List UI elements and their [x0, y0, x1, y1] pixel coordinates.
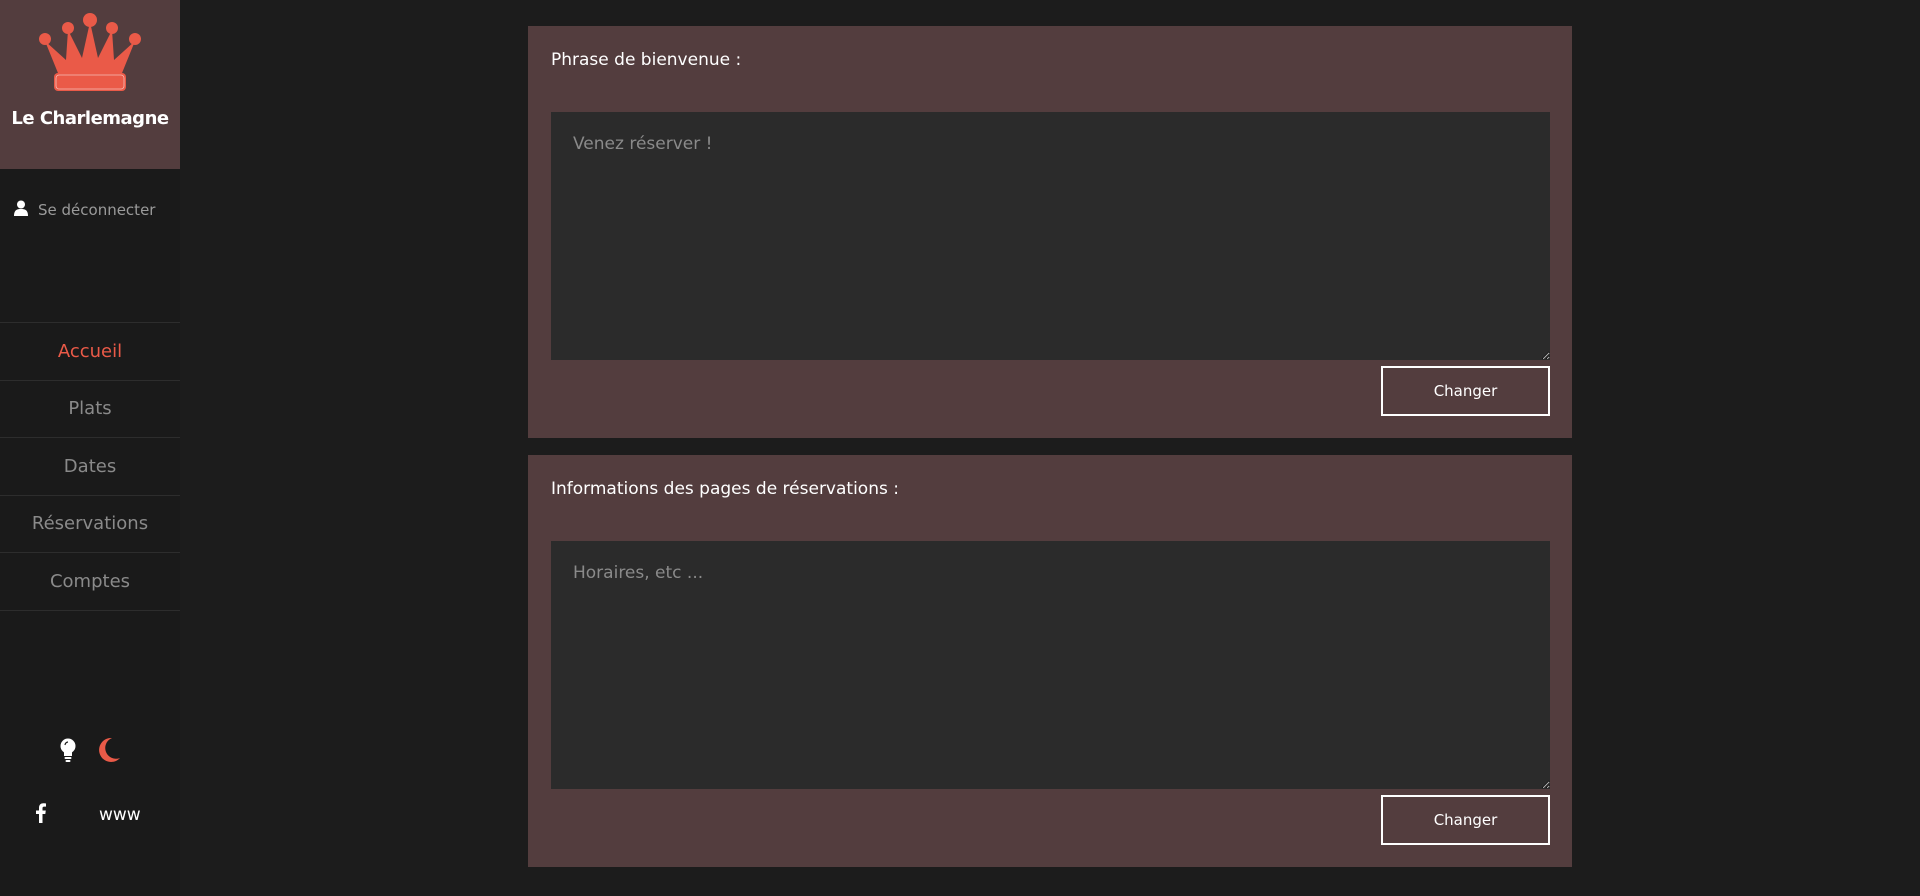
- nav-item-dates[interactable]: Dates: [0, 438, 180, 496]
- main-content: Phrase de bienvenue : Changer Informatio…: [528, 26, 1572, 884]
- reservation-info-card: Informations des pages de réservations :…: [528, 455, 1572, 867]
- website-link[interactable]: www: [99, 805, 141, 825]
- welcome-title: Phrase de bienvenue :: [551, 50, 742, 70]
- sidebar: Le Charlemagne Se déconnecter Accueil Pl…: [0, 0, 180, 896]
- main-nav: Accueil Plats Dates Réservations Comptes: [0, 322, 180, 611]
- nav-item-accueil[interactable]: Accueil: [0, 323, 180, 381]
- welcome-card: Phrase de bienvenue : Changer: [528, 26, 1572, 438]
- brand-name: Le Charlemagne: [11, 108, 169, 129]
- user-icon: [14, 200, 28, 220]
- facebook-icon[interactable]: [36, 803, 46, 827]
- reservation-info-title: Informations des pages de réservations :: [551, 479, 899, 499]
- welcome-change-button[interactable]: Changer: [1381, 366, 1550, 416]
- lightbulb-icon[interactable]: [59, 738, 77, 766]
- nav-item-plats[interactable]: Plats: [0, 381, 180, 438]
- moon-icon[interactable]: [97, 737, 121, 767]
- nav-item-comptes[interactable]: Comptes: [0, 553, 180, 611]
- reservation-info-textarea[interactable]: [551, 541, 1550, 789]
- reservation-info-change-button[interactable]: Changer: [1381, 795, 1550, 845]
- brand-header: Le Charlemagne: [0, 0, 180, 169]
- crown-logo[interactable]: [32, 12, 148, 102]
- welcome-textarea[interactable]: [551, 112, 1550, 360]
- logout-link[interactable]: Se déconnecter: [0, 185, 155, 235]
- nav-item-reservations[interactable]: Réservations: [0, 496, 180, 553]
- logout-label: Se déconnecter: [38, 201, 156, 219]
- theme-switcher: [0, 737, 180, 767]
